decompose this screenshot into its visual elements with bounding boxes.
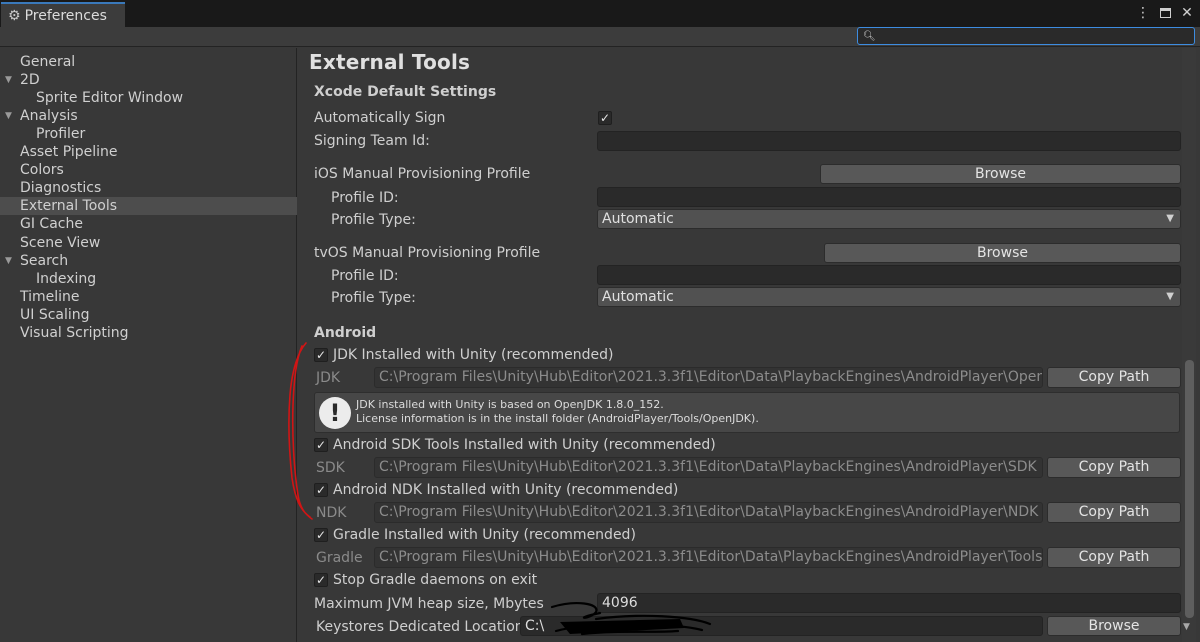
annotation-overlay <box>288 342 712 636</box>
red-bracket-annotation <box>288 342 313 520</box>
